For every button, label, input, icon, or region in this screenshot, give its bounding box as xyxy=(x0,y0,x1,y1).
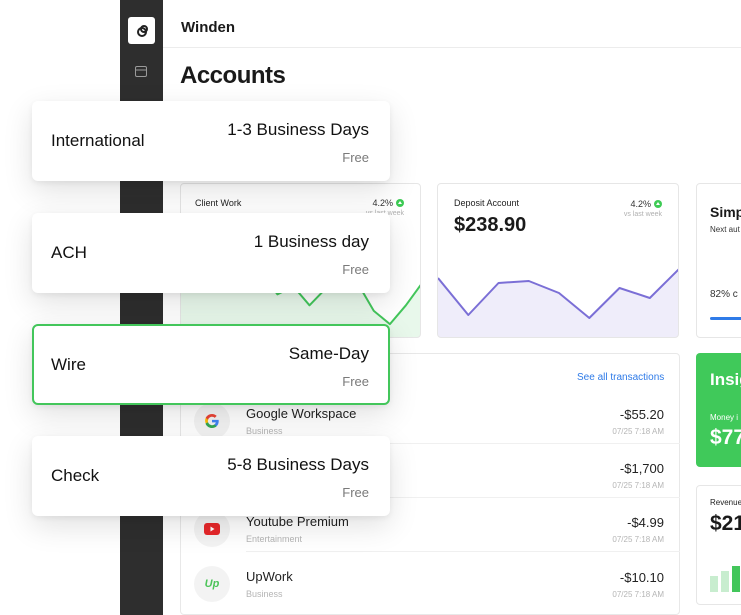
change-value: 4.2% xyxy=(630,199,651,209)
transfer-option-wire[interactable]: Wire Same-Day Free xyxy=(32,324,390,405)
revenue-bar xyxy=(721,571,729,592)
transaction-amount: -$4.99 xyxy=(627,515,664,530)
change-badge: 4.2% xyxy=(372,198,404,208)
app-name: Winden xyxy=(181,19,236,36)
option-time: Same-Day xyxy=(288,344,369,363)
option-time: 1 Business day xyxy=(253,232,369,251)
deposit-amount: $238.90 xyxy=(454,214,527,236)
row-divider xyxy=(246,551,680,552)
option-name: ACH xyxy=(51,243,87,262)
simple-percent: 82% c xyxy=(710,289,738,300)
change-sub: vs last week xyxy=(623,211,662,218)
option-cost: Free xyxy=(342,150,369,165)
revenue-bar xyxy=(710,576,718,592)
simple-title: Simp xyxy=(710,204,741,220)
card-label: Client Work xyxy=(195,198,242,208)
option-cost: Free xyxy=(342,374,369,389)
transaction-date: 07/25 7:18 AM xyxy=(612,535,664,544)
transaction-amount: -$10.10 xyxy=(619,570,664,585)
insights-amount: $77 xyxy=(710,426,741,449)
option-name: International xyxy=(51,131,145,150)
progress-bar xyxy=(710,317,741,320)
simple-card[interactable]: Simp Next aut 82% c xyxy=(696,183,741,338)
change-value: 4.2% xyxy=(372,198,393,208)
wallet-icon[interactable] xyxy=(135,66,147,77)
transfer-option-international[interactable]: International 1-3 Business Days Free xyxy=(32,101,390,181)
option-cost: Free xyxy=(342,262,369,277)
transfer-option-ach[interactable]: ACH 1 Business day Free xyxy=(32,213,390,293)
insights-card[interactable]: Insig Money i $77 xyxy=(696,353,741,467)
option-name: Check xyxy=(51,466,100,485)
transaction-category: Entertainment xyxy=(246,534,303,544)
transaction-date: 07/25 7:18 AM xyxy=(612,427,664,436)
transaction-amount: -$1,700 xyxy=(619,461,664,476)
revenue-label: Revenue xyxy=(710,498,741,507)
deposit-chart xyxy=(438,268,678,337)
sidebar xyxy=(120,0,163,615)
page-title: Accounts xyxy=(180,62,286,89)
logo-icon xyxy=(136,24,148,37)
insights-label: Money i xyxy=(710,413,739,422)
trend-up-icon xyxy=(654,200,662,208)
transaction-name: UpWork xyxy=(246,569,293,584)
google-icon xyxy=(194,403,230,439)
transaction-category: Business xyxy=(246,426,283,436)
header-divider xyxy=(163,47,741,48)
app-logo[interactable] xyxy=(128,17,155,44)
option-cost: Free xyxy=(342,485,369,500)
simple-sub: Next aut xyxy=(710,225,740,234)
option-time: 1-3 Business Days xyxy=(227,120,369,139)
option-time: 5-8 Business Days xyxy=(227,455,369,474)
card-label: Deposit Account xyxy=(454,198,520,208)
insights-title: Insig xyxy=(710,370,741,389)
transaction-name: Google Workspace xyxy=(246,406,357,421)
revenue-card[interactable]: Revenue $21 xyxy=(696,485,741,605)
transaction-category: Business xyxy=(246,589,283,599)
trend-up-icon xyxy=(396,199,404,207)
see-all-transactions-link[interactable]: See all transactions xyxy=(577,372,664,383)
transaction-row[interactable]: Up UpWork Business -$10.10 07/25 7:18 AM xyxy=(180,560,680,614)
revenue-amount: $21 xyxy=(710,512,741,535)
transaction-date: 07/25 7:18 AM xyxy=(612,590,664,599)
revenue-bar xyxy=(732,566,740,592)
chart-area xyxy=(438,269,678,337)
upwork-icon: Up xyxy=(194,566,230,602)
transaction-amount: -$55.20 xyxy=(619,407,664,422)
transfer-option-check[interactable]: Check 5-8 Business Days Free xyxy=(32,436,390,516)
transaction-date: 07/25 7:18 AM xyxy=(612,481,664,490)
youtube-icon xyxy=(194,511,230,547)
deposit-account-card[interactable]: Deposit Account $238.90 4.2% vs last wee… xyxy=(437,183,679,338)
change-badge: 4.2% xyxy=(630,199,662,209)
option-name: Wire xyxy=(51,355,86,374)
transaction-name: Youtube Premium xyxy=(246,514,349,529)
